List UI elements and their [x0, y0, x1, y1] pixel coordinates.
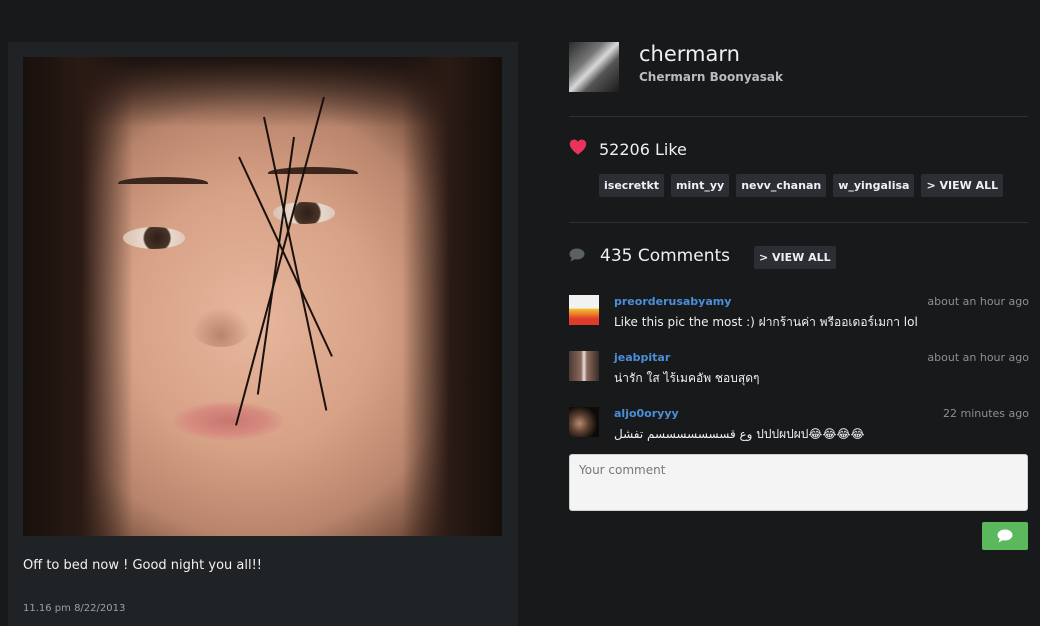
- comment-text: น่ารัก ใส ไร้เมคอัพ ชอบสุดๆ: [614, 371, 760, 385]
- comment-time: 22 minutes ago: [943, 407, 1029, 420]
- profile-avatar[interactable]: [569, 42, 619, 92]
- photo-brow-right: [268, 167, 358, 179]
- commenter-avatar[interactable]: [569, 295, 599, 325]
- comment-time: about an hour ago: [927, 295, 1029, 308]
- commenter-avatar[interactable]: [569, 407, 599, 437]
- liker-tag[interactable]: isecretkt: [599, 174, 665, 197]
- speech-bubble-icon: [569, 248, 585, 262]
- photo-hair-left: [23, 57, 133, 536]
- heart-icon[interactable]: [569, 138, 587, 156]
- photo-eye-left: [123, 227, 185, 249]
- comment-text: وع قسسسسسسسم تفشل ปปปผปผป😂😂😂😂: [614, 427, 865, 441]
- likes-count: 52206 Like: [599, 140, 687, 159]
- photo-brow-left: [118, 177, 208, 189]
- photo-lips: [173, 402, 283, 440]
- profile-full-name: Chermarn Boonyasak: [639, 70, 783, 84]
- divider: [569, 116, 1028, 117]
- commenter-username[interactable]: jeabpitar: [614, 351, 670, 364]
- send-comment-button[interactable]: [982, 522, 1028, 550]
- likers-list: isecretkt mint_yy nevv_chanan w_yingalis…: [599, 174, 1004, 197]
- photo-nose: [191, 307, 251, 347]
- post-card: Off to bed now ! Good night you all!! 11…: [8, 42, 518, 626]
- divider: [569, 222, 1028, 223]
- commenter-username[interactable]: preorderusabyamy: [614, 295, 731, 308]
- comments-count: 435 Comments: [600, 246, 730, 266]
- view-all-likes-button[interactable]: > VIEW ALL: [921, 174, 1004, 197]
- comment-text: Like this pic the most :) ฝากร้านค่า พรี…: [614, 315, 918, 329]
- commenter-avatar[interactable]: [569, 351, 599, 381]
- photo-strand: [263, 116, 328, 411]
- commenter-username[interactable]: aljo0oryyy: [614, 407, 679, 420]
- view-all-comments-button[interactable]: > VIEW ALL: [754, 246, 836, 269]
- comment-item: aljo0oryyy 22 minutes ago وع قسسسسسسسم ت…: [569, 407, 1029, 455]
- liker-tag[interactable]: w_yingalisa: [833, 174, 915, 197]
- photo-strand: [235, 96, 325, 426]
- comment-item: jeabpitar about an hour ago น่ารัก ใส ไร…: [569, 351, 1029, 399]
- speech-bubble-icon: [997, 529, 1013, 543]
- post-photo[interactable]: [23, 57, 502, 536]
- comment-item: preorderusabyamy about an hour ago Like …: [569, 295, 1029, 343]
- profile-username[interactable]: chermarn: [639, 42, 740, 66]
- liker-tag[interactable]: mint_yy: [671, 174, 730, 197]
- comment-time: about an hour ago: [927, 351, 1029, 364]
- post-timestamp: 11.16 pm 8/22/2013: [23, 603, 126, 614]
- post-caption: Off to bed now ! Good night you all!!: [23, 558, 263, 573]
- comment-input[interactable]: [569, 454, 1028, 511]
- photo-hair-right: [402, 57, 502, 536]
- liker-tag[interactable]: nevv_chanan: [736, 174, 827, 197]
